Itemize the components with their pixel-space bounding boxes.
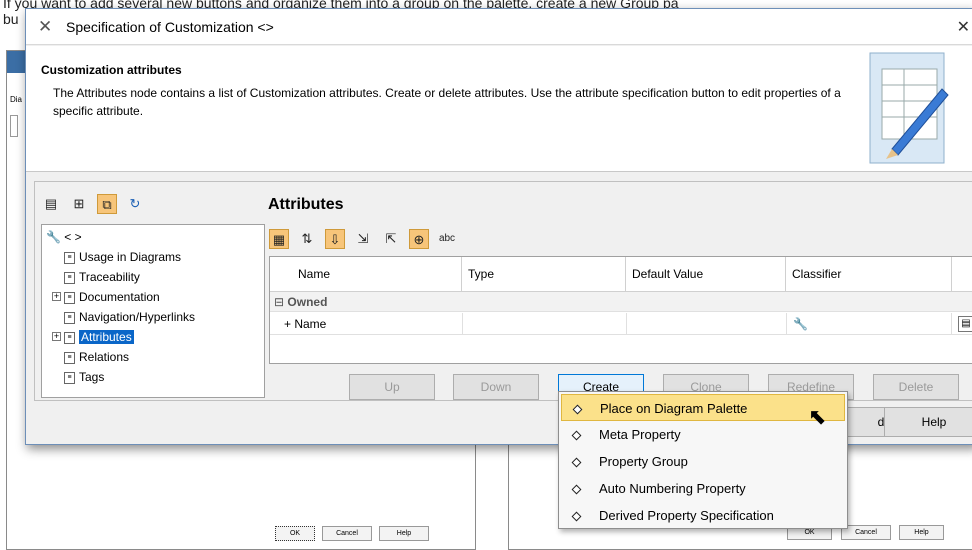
- page-icon: ≡: [64, 351, 75, 364]
- background-help-button[interactable]: Help: [379, 526, 429, 541]
- tree-root-label: < >: [64, 230, 82, 244]
- attributes-toolbar: ▦ ⇅ ⇩ ⇲ ⇱ ⊕ abc: [269, 229, 457, 249]
- page-icon: ≡: [64, 251, 75, 264]
- background-cancel-button[interactable]: Cancel: [322, 526, 372, 541]
- menu-item-label: Auto Numbering Property: [599, 481, 746, 496]
- group-label: Owned: [287, 295, 328, 309]
- group-row-owned[interactable]: ⊟ Owned: [270, 292, 972, 312]
- background-ok-button[interactable]: OK: [275, 526, 315, 541]
- menu-item-derived-property[interactable]: Derived Property Specification: [561, 502, 845, 529]
- tree-view-icon[interactable]: ⊞: [69, 194, 89, 214]
- cell-type[interactable]: [462, 313, 626, 335]
- help-button[interactable]: Help: [884, 407, 972, 437]
- tree-item-label: Usage in Diagrams: [79, 250, 182, 264]
- sort-category-icon[interactable]: ⇩: [325, 229, 345, 249]
- tree-item-documentation[interactable]: + ≡ Documentation: [44, 287, 262, 307]
- tree-root[interactable]: 🔧 < >: [44, 227, 262, 247]
- background-tree-icon: [10, 115, 18, 137]
- close-icon[interactable]: ✕: [957, 17, 970, 37]
- expand-icon[interactable]: +: [52, 292, 61, 301]
- menu-item-label: Derived Property Specification: [599, 508, 774, 523]
- background-cancel-button-2[interactable]: Cancel: [841, 525, 891, 540]
- expand-icon[interactable]: +: [52, 332, 61, 341]
- tree-item-label: Tags: [79, 370, 105, 384]
- dialog-body: ▤ ⊞ ⧉ ↻ 🔧 < > ≡ Usage in Diagrams ≡ Tracea…: [34, 181, 972, 401]
- menu-item-label: Place on Diagram Palette: [600, 401, 748, 416]
- background-window-label: Dia: [10, 95, 23, 104]
- table-row[interactable]: + Name 🔧 ▤: [270, 313, 972, 335]
- header-title: Customization attributes: [41, 63, 182, 77]
- dialog-title: Specification of Customization <>: [66, 18, 274, 35]
- spelling-icon[interactable]: abc: [437, 229, 457, 249]
- sort-alpha-icon[interactable]: ⇅: [297, 229, 317, 249]
- diamond-icon: [571, 430, 582, 441]
- table-header: Name Type Default Value Classifier: [270, 257, 972, 292]
- column-header-classifier[interactable]: Classifier: [786, 257, 952, 292]
- dialog-titlebar: ✕ Specification of Customization <> ✕: [26, 9, 972, 45]
- menu-item-label: Meta Property: [599, 427, 681, 442]
- cell-name[interactable]: + Name: [284, 313, 326, 335]
- collapse-icon[interactable]: ⊟: [274, 295, 284, 309]
- expand-all-icon[interactable]: ⇲: [353, 229, 373, 249]
- diamond-icon: [571, 457, 582, 468]
- cell-default[interactable]: [626, 313, 786, 335]
- page-icon: ≡: [64, 331, 75, 344]
- create-dropdown-menu: Place on Diagram Palette Meta Property P…: [558, 391, 848, 529]
- page-icon: ≡: [64, 291, 75, 304]
- refresh-icon[interactable]: ↻: [125, 194, 145, 214]
- copy-view-icon[interactable]: ⧉: [97, 194, 117, 214]
- page-icon: ≡: [64, 371, 75, 384]
- column-header-name[interactable]: Name: [292, 257, 462, 292]
- attributes-table: Name Type Default Value Classifier ⊟ Own…: [269, 256, 972, 364]
- tree-item-relations[interactable]: ≡ Relations: [44, 347, 262, 367]
- tree-item-usage[interactable]: ≡ Usage in Diagrams: [44, 247, 262, 267]
- document-pencil-icon: [869, 52, 949, 164]
- menu-item-place-on-palette[interactable]: Place on Diagram Palette: [561, 394, 845, 421]
- background-paragraph-2: bu: [3, 11, 19, 27]
- column-header-type[interactable]: Type: [462, 257, 626, 292]
- diamond-icon: [571, 511, 582, 522]
- collapse-all-icon[interactable]: ⇱: [381, 229, 401, 249]
- background-help-button-2[interactable]: Help: [899, 525, 944, 540]
- menu-item-meta-property[interactable]: Meta Property: [561, 421, 845, 448]
- tree-item-label: Attributes: [79, 330, 134, 344]
- tree-item-navigation[interactable]: ≡ Navigation/Hyperlinks: [44, 307, 262, 327]
- diamond-icon: [571, 484, 582, 495]
- dialog-header: Customization attributes The Attributes …: [26, 46, 972, 172]
- menu-item-label: Property Group: [599, 454, 688, 469]
- column-header-default[interactable]: Default Value: [626, 257, 786, 292]
- tree-item-label: Documentation: [79, 290, 160, 304]
- delete-button[interactable]: Delete: [873, 374, 959, 400]
- page-icon: ≡: [64, 311, 75, 324]
- tree-item-traceability[interactable]: ≡ Traceability: [44, 267, 262, 287]
- specification-icon[interactable]: ▤: [958, 316, 972, 332]
- tree-item-label: Traceability: [79, 270, 140, 284]
- down-button[interactable]: Down: [453, 374, 539, 400]
- show-inherited-icon[interactable]: ⊕: [409, 229, 429, 249]
- page-icon: ≡: [64, 271, 75, 284]
- mouse-cursor-icon: ⬉: [808, 404, 827, 429]
- tree-item-label: Relations: [79, 350, 130, 364]
- menu-item-property-group[interactable]: Property Group: [561, 448, 845, 475]
- header-description: The Attributes node contains a list of C…: [53, 86, 841, 118]
- specification-dialog: ✕ Specification of Customization <> ✕ Cu…: [25, 8, 972, 445]
- list-view-icon[interactable]: ▤: [41, 194, 61, 214]
- wrench-icon: 🔧: [46, 230, 61, 244]
- tree-toolbar: ▤ ⊞ ⧉ ↻: [41, 194, 145, 214]
- section-title: Attributes: [268, 196, 344, 213]
- wrench-icon: 🔧: [793, 317, 808, 331]
- diamond-icon: [572, 404, 583, 415]
- grid-view-icon[interactable]: ▦: [269, 229, 289, 249]
- app-logo-icon: ✕: [38, 16, 53, 36]
- up-button[interactable]: Up: [349, 374, 435, 400]
- tree-item-attributes[interactable]: + ≡ Attributes: [44, 327, 262, 347]
- navigation-tree: 🔧 < > ≡ Usage in Diagrams ≡ Traceability +…: [41, 224, 265, 398]
- tree-item-label: Navigation/Hyperlinks: [79, 310, 196, 324]
- cell-classifier[interactable]: 🔧: [786, 313, 952, 335]
- tree-item-tags[interactable]: ≡ Tags: [44, 367, 262, 387]
- menu-item-auto-numbering[interactable]: Auto Numbering Property: [561, 475, 845, 502]
